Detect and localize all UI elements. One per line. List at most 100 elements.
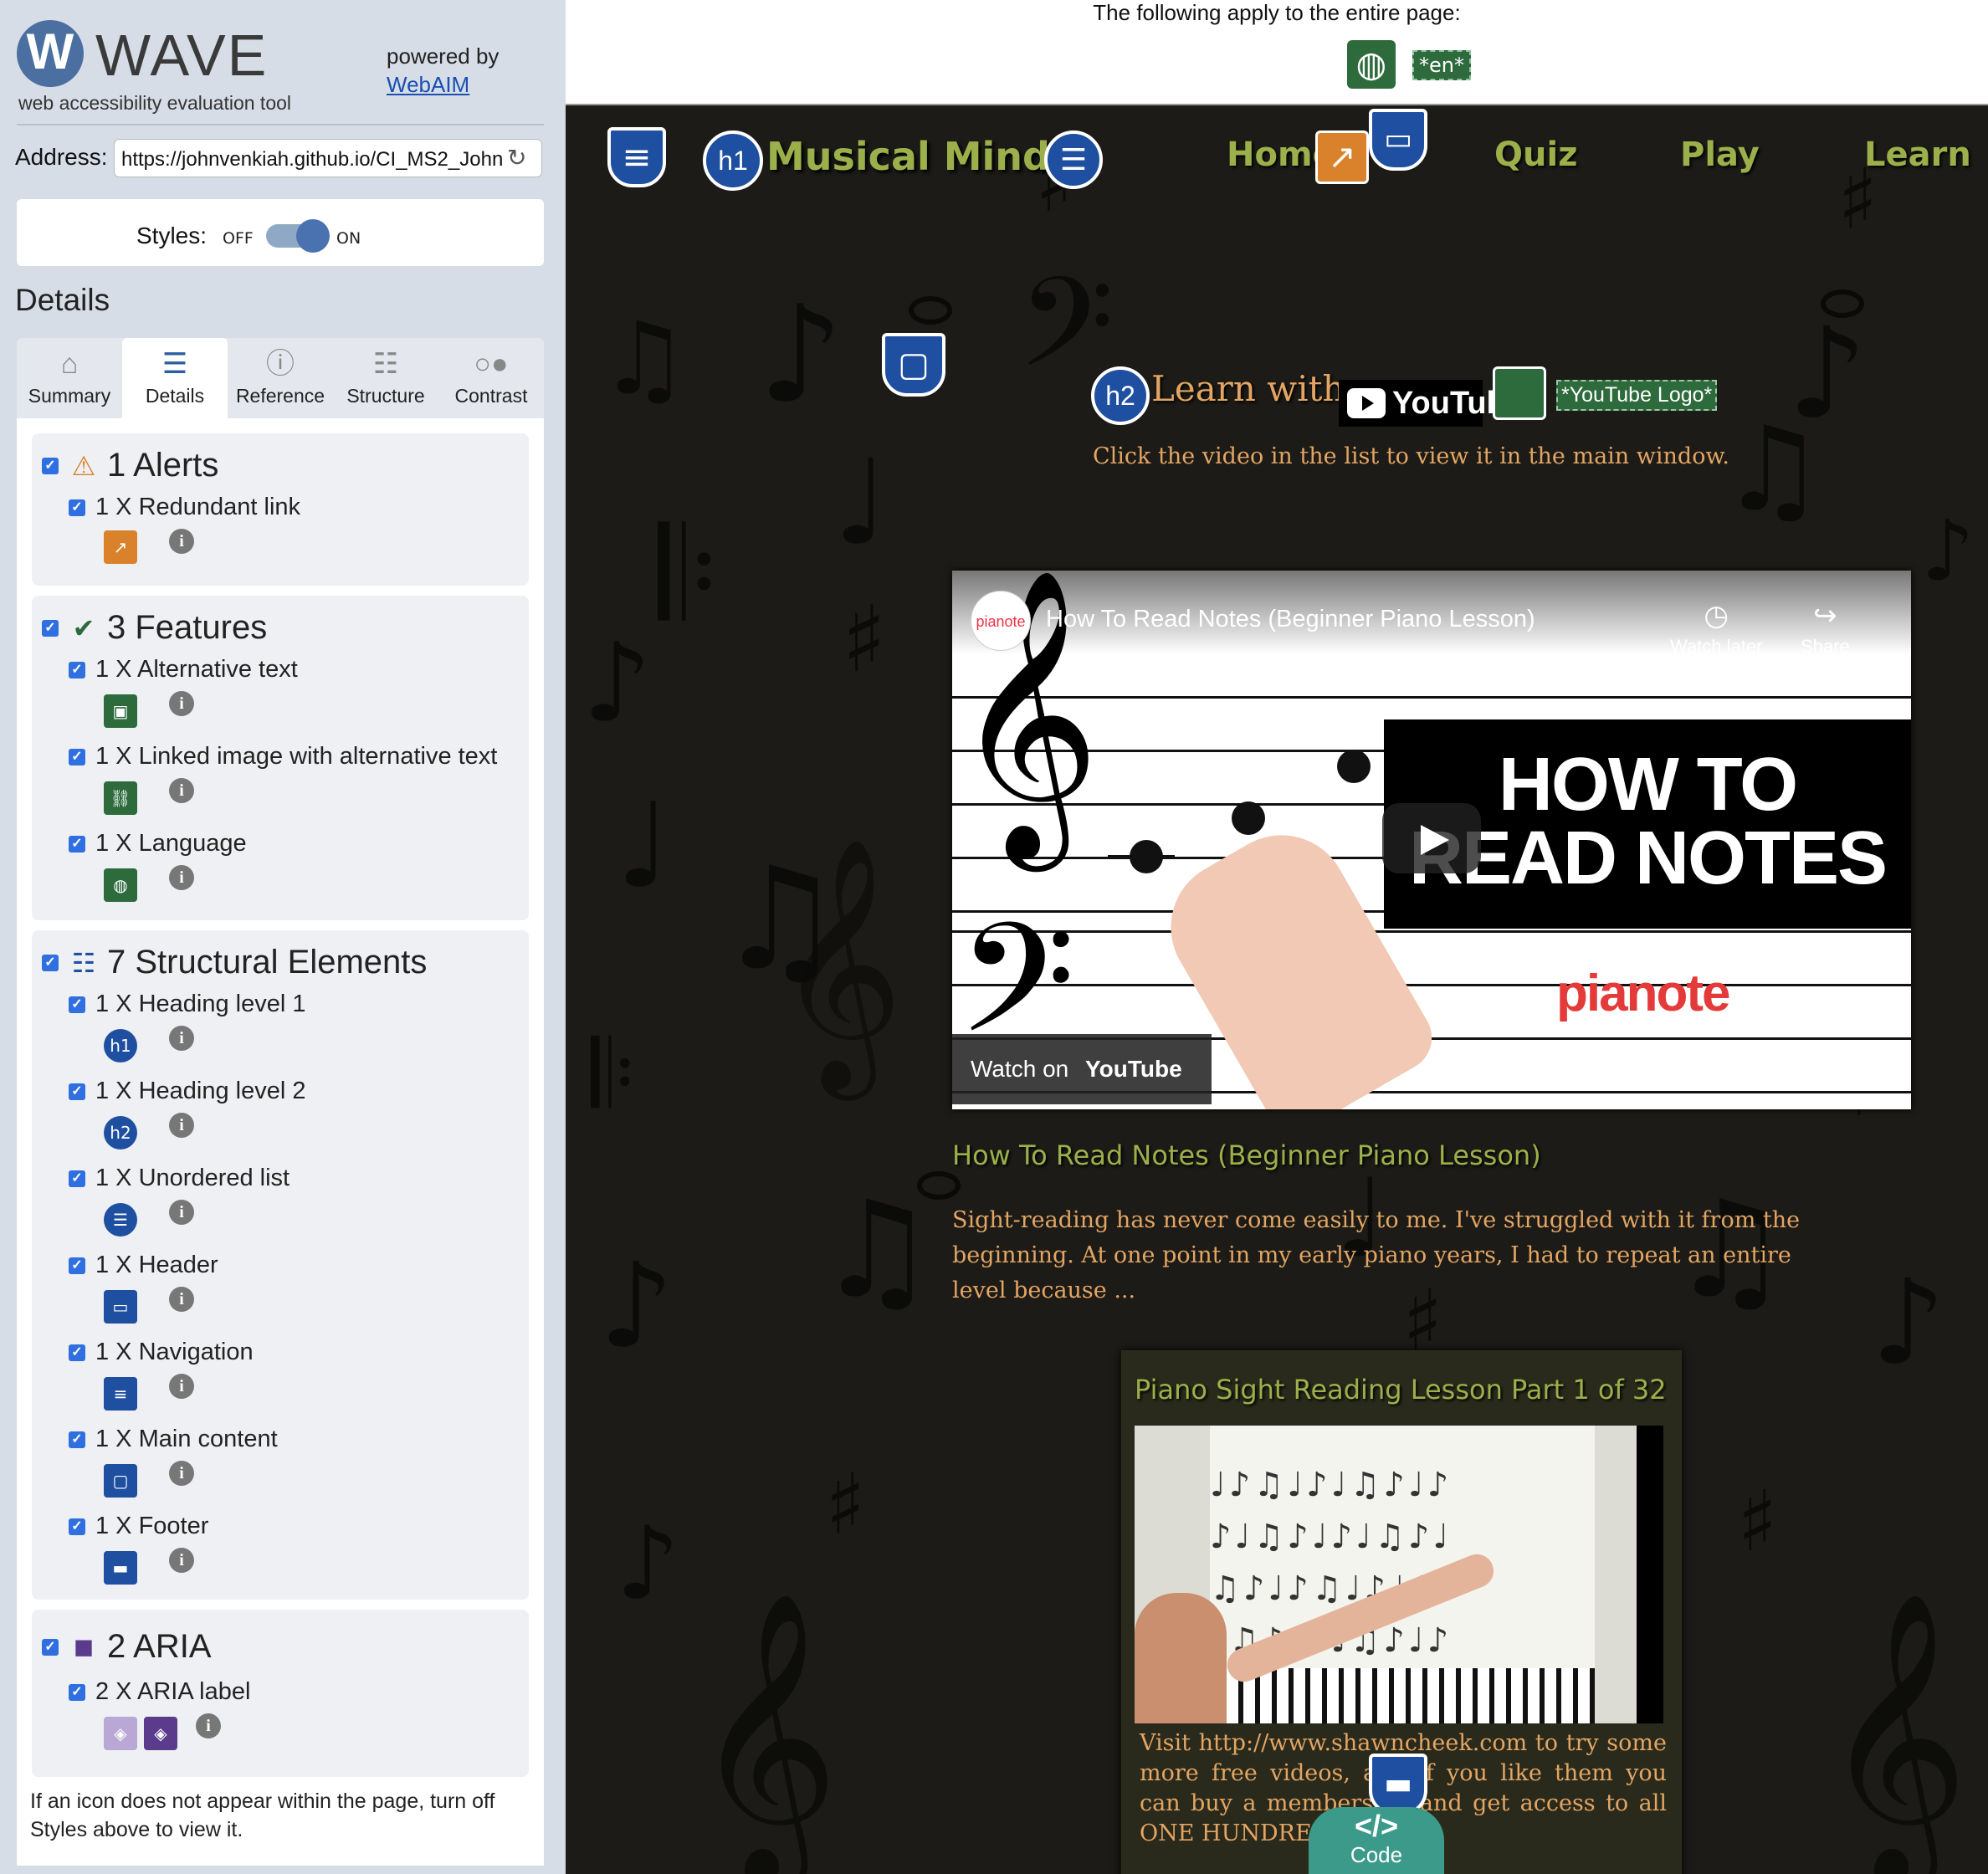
aria-item[interactable]: ✓ 2 X ARIA label [69,1678,250,1706]
nav-learn[interactable]: Learn [1864,136,1971,174]
info-icon[interactable]: i [196,1713,221,1738]
features-checkbox[interactable]: ✓ [42,619,59,637]
h1-icon[interactable]: h1 [104,1029,137,1062]
youtube-video-player[interactable]: 𝄞 𝄢 HOW TO READ NOTES pianote pianote How… [952,571,1911,1109]
nav-quiz[interactable]: Quiz [1494,136,1577,174]
aria-label-icon[interactable]: ◈ [144,1717,177,1750]
info-icon[interactable]: i [169,1548,194,1573]
info-icon[interactable]: i [169,1374,194,1399]
structure-item[interactable]: ✓ 1 X Footer [69,1513,208,1540]
item-checkbox[interactable]: ✓ [69,748,85,765]
navigation-icon[interactable]: ≡ [607,127,666,187]
youtube-play-icon [1347,388,1386,418]
structure-item[interactable]: ✓ 1 X Navigation [69,1339,254,1366]
info-icon[interactable]: i [169,865,194,890]
hierarchy-icon: ☷ [71,947,96,978]
item-checkbox[interactable]: ✓ [69,661,85,678]
note-deco-icon: ♫ [1720,402,1826,538]
share-button[interactable]: ↪ Share [1801,599,1850,658]
item-checkbox[interactable]: ✓ [69,1344,85,1361]
unordered-list-icon[interactable]: ☰ [104,1203,137,1237]
card-title[interactable]: Piano Sight Reading Lesson Part 1 of 32 [1135,1374,1667,1406]
structure-header[interactable]: ✓ ☷ 7 Structural Elements [42,944,427,981]
navigation-icon[interactable]: ≡ [104,1377,137,1411]
aria-header[interactable]: ✓ ■ 2 ARIA [42,1628,212,1666]
aria-checkbox[interactable]: ✓ [42,1638,59,1656]
item-checkbox[interactable]: ✓ [69,1431,85,1448]
watch-on-youtube-button[interactable]: Watch on YouTube [952,1034,1212,1104]
refresh-icon[interactable]: ↻ [507,144,526,172]
address-input[interactable]: https://johnvenkiah.github.io/CI_MS2_Joh… [114,139,542,177]
alert-item[interactable]: ✓ 1 X Redundant link [69,494,300,521]
tab-reference[interactable]: ⓘ Reference [228,338,333,418]
youtube-logo[interactable]: YouTube [1339,380,1524,427]
info-icon[interactable]: i [169,1200,194,1225]
item-checkbox[interactable]: ✓ [69,1518,85,1535]
main-content-icon[interactable]: ▢ [882,333,945,397]
info-icon[interactable]: i [169,778,194,803]
language-globe-icon[interactable]: ◍ [104,868,137,902]
staff-line [952,930,1911,933]
features-header[interactable]: ✓ ✔ 3 Features [42,609,267,647]
alt-text-image-icon[interactable] [1493,366,1546,420]
header-icon[interactable]: ▭ [104,1290,137,1324]
structure-item[interactable]: ✓ 1 X Heading level 2 [69,1078,306,1105]
feature-item[interactable]: ✓ 1 X Language [69,830,247,858]
structure-item[interactable]: ✓ 1 X Heading level 1 [69,991,306,1018]
linked-image-icon[interactable]: ⛓ [104,781,137,815]
info-icon[interactable]: i [169,1287,194,1312]
alerts-checkbox[interactable]: ✓ [42,457,59,474]
feature-item[interactable]: ✓ 1 X Linked image with alternative text [69,743,497,771]
nav-play[interactable]: Play [1680,136,1760,174]
info-icon[interactable]: i [169,529,194,554]
item-label: 1 X Main content [95,1426,278,1452]
header-icon[interactable]: ▭ [1369,109,1427,171]
item-checkbox[interactable]: ✓ [69,1170,85,1187]
play-button[interactable] [1382,803,1481,873]
item-checkbox[interactable]: ✓ [69,1683,85,1701]
h1-icon[interactable]: h1 [703,131,763,191]
h2-icon[interactable]: h2 [104,1116,137,1149]
structure-item[interactable]: ✓ 1 X Header [69,1252,218,1279]
info-icon[interactable]: i [169,1113,194,1138]
powered-by-text: powered by [387,44,500,69]
unordered-list-icon[interactable]: ☰ [1044,131,1103,189]
video-title[interactable]: How To Read Notes (Beginner Piano Lesson… [1046,606,1535,633]
language-tag: *en* [1412,50,1471,80]
footer-icon[interactable]: ▬ [1369,1754,1427,1815]
tab-details[interactable]: ☰ Details [122,338,228,418]
item-checkbox[interactable]: ✓ [69,499,85,516]
main-content-icon[interactable]: ▢ [104,1464,137,1498]
item-checkbox[interactable]: ✓ [69,835,85,853]
alt-text-icon[interactable]: ▣ [104,694,137,728]
structure-item[interactable]: ✓ 1 X Unordered list [69,1165,289,1192]
info-icon[interactable]: i [169,1026,194,1051]
watch-later-button[interactable]: ◷ Watch later [1670,599,1762,658]
structure-item[interactable]: ✓ 1 X Main content [69,1426,278,1453]
tab-summary[interactable]: ⌂ Summary [17,338,122,418]
footer-icon[interactable]: ▬ [104,1551,137,1585]
redundant-link-icon[interactable]: ↗ [104,530,137,564]
tab-structure[interactable]: ☷ Structure [333,338,438,418]
alerts-header[interactable]: ✓ ⚠ 1 Alerts [42,447,218,484]
h2-icon[interactable]: h2 [1091,366,1150,425]
structure-checkbox[interactable]: ✓ [42,954,59,971]
info-icon[interactable]: i [169,1461,194,1486]
aria-label-icon[interactable]: ◈ [104,1717,137,1750]
redundant-link-icon[interactable]: ↗ [1315,131,1369,184]
brand-heading[interactable]: Musical Minds [766,134,1073,179]
code-toggle-button[interactable]: </> Code [1309,1807,1444,1874]
item-checkbox[interactable]: ✓ [69,1257,85,1274]
styles-toggle-knob[interactable] [296,219,330,253]
item-checkbox[interactable]: ✓ [69,1083,85,1100]
channel-avatar[interactable]: pianote [971,591,1031,651]
webaim-link[interactable]: WebAIM [387,70,499,99]
item-checkbox[interactable]: ✓ [69,996,85,1013]
language-globe-icon[interactable]: ◍ [1347,40,1396,89]
feature-item[interactable]: ✓ 1 X Alternative text [69,656,298,684]
note-deco-icon: ♪ [616,1506,680,1622]
info-icon[interactable]: i [169,691,194,716]
tab-contrast[interactable]: ○● Contrast [438,338,544,418]
video-caption[interactable]: How To Read Notes (Beginner Piano Lesson… [952,1139,1541,1171]
card-thumbnail[interactable]: ♩♪♫♩♪♩♫♪♩♪♪♩♫♪♩♪♩♫♪♩♫♪♩♪♫♩♪♩♫♪♩♫♪♩♪♩♫♪♩♪ [1135,1426,1663,1723]
